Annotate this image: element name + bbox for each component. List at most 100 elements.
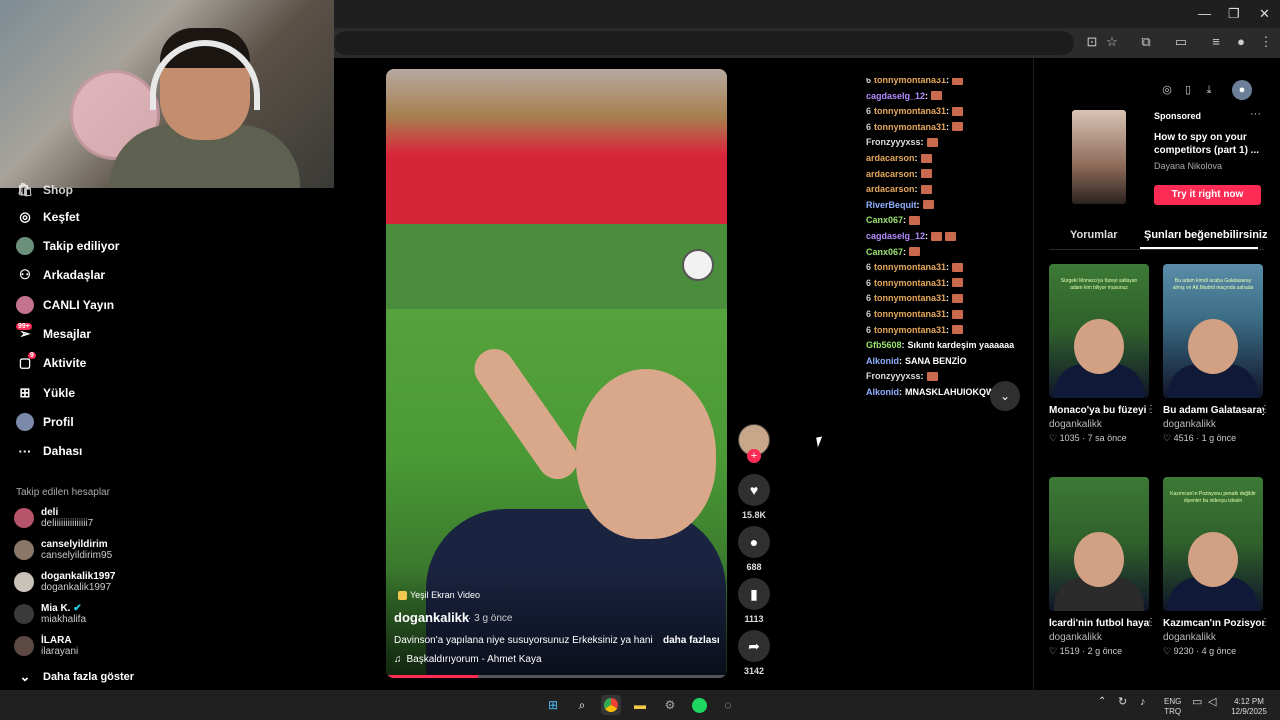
sidebar-item-activity[interactable]: ▢ Aktivite: [16, 352, 87, 374]
chat-username[interactable]: Gfb5608: [866, 340, 902, 350]
sidebar-item-explore[interactable]: ◎ Keşfet: [16, 206, 79, 228]
sidebar-item-more[interactable]: ··· Dahası: [16, 440, 83, 462]
tab-comments[interactable]: Yorumlar: [1070, 229, 1117, 241]
recommended-video-card[interactable]: Sürgeki Monaco'ya füzeyi sallayan adam k…: [1049, 264, 1156, 444]
chat-username[interactable]: RiverBequit: [866, 200, 917, 210]
close-icon[interactable]: ✕: [1259, 6, 1270, 22]
video-progress-bar[interactable]: [386, 675, 727, 678]
chat-username[interactable]: Fronzyyyxss: [866, 371, 921, 381]
sidebar-item-live[interactable]: CANLI Yayın: [16, 294, 114, 316]
sidebar-item-following[interactable]: Takip ediliyor: [16, 235, 119, 257]
recommended-video-card[interactable]: Bu adam kimdi acaba Galatasaray almış ve…: [1163, 264, 1270, 444]
card-author[interactable]: dogankalikk: [1163, 419, 1264, 430]
video-thumbnail[interactable]: Sürgeki Monaco'ya füzeyi sallayan adam k…: [1049, 264, 1149, 398]
comment-icon[interactable]: ●: [738, 526, 770, 558]
bookmark-star-icon[interactable]: ☆: [1104, 34, 1120, 50]
video-thumbnail[interactable]: Kazımcan'ın Pozisyonu penaltı değildir d…: [1163, 477, 1263, 611]
following-account[interactable]: dogankalik1997 dogankalik1997: [14, 571, 115, 593]
chat-username[interactable]: tonnymontana31: [874, 122, 946, 132]
file-explorer-icon[interactable]: ▬: [630, 695, 650, 715]
comment-action[interactable]: ● 688: [736, 526, 772, 572]
chrome-icon[interactable]: [601, 695, 621, 715]
ad-more-icon[interactable]: ···: [1250, 108, 1261, 120]
chat-username[interactable]: Canx067: [866, 247, 903, 257]
sidebar-item-profile[interactable]: Profil: [16, 411, 74, 433]
ad-thumbnail[interactable]: [1072, 110, 1126, 204]
video-thumbnail[interactable]: [1049, 477, 1149, 611]
chat-scroll-down-button[interactable]: ⌄: [990, 381, 1020, 411]
video-author[interactable]: dogankalikk: [394, 610, 469, 625]
search-icon[interactable]: ⌕: [572, 695, 592, 715]
card-title[interactable]: Monaco'ya bu füzeyi sallayan ki...: [1049, 405, 1150, 416]
save-action[interactable]: ▮ 1113: [736, 578, 772, 624]
microphone-icon[interactable]: ♪: [1140, 697, 1146, 708]
chat-username[interactable]: tonnymontana31: [874, 325, 946, 335]
ad-title[interactable]: How to spy on your competitors (part 1) …: [1154, 131, 1264, 157]
chat-username[interactable]: ardacarson: [866, 184, 915, 194]
recommended-video-card[interactable]: Kazımcan'ın Pozisyonu penaltı değildir d…: [1163, 477, 1270, 657]
card-author[interactable]: dogankalikk: [1049, 632, 1150, 643]
card-title[interactable]: İcardi'nin futbol hayatının bittiği ...: [1049, 618, 1150, 629]
following-account[interactable]: canselyildirim canselyildirim95: [14, 539, 112, 561]
share-icon[interactable]: ➦: [738, 630, 770, 662]
tray-chevron-icon[interactable]: ⌃: [1098, 697, 1106, 707]
chat-username[interactable]: tonnymontana31: [874, 78, 946, 85]
card-menu-icon[interactable]: ⋮: [1146, 617, 1156, 628]
language-indicator[interactable]: ENG TRQ: [1164, 697, 1181, 717]
chat-username[interactable]: Alkonid: [866, 387, 899, 397]
chat-username[interactable]: tonnymontana31: [874, 262, 946, 272]
address-bar[interactable]: [334, 31, 1074, 55]
show-more-button[interactable]: ⌄ Daha fazla göster: [16, 666, 135, 688]
app-icon[interactable]: ◌: [718, 695, 738, 715]
card-menu-icon[interactable]: ⋮: [1146, 404, 1156, 415]
card-author[interactable]: dogankalikk: [1163, 632, 1264, 643]
chat-username[interactable]: Fronzyyyxss: [866, 137, 921, 147]
chat-username[interactable]: Alkonid: [866, 356, 899, 366]
windows-start-icon[interactable]: ⊞: [543, 695, 563, 715]
minimize-icon[interactable]: —: [1198, 6, 1211, 21]
browser-menu-icon[interactable]: ⋮: [1258, 34, 1274, 50]
chat-username[interactable]: Canx067: [866, 215, 903, 225]
chat-username[interactable]: tonnymontana31: [874, 278, 946, 288]
card-author[interactable]: dogankalikk: [1049, 419, 1150, 430]
chat-username[interactable]: ardacarson: [866, 153, 915, 163]
bookmark-icon[interactable]: ▮: [738, 578, 770, 610]
phone-icon[interactable]: ▯: [1178, 80, 1198, 100]
ad-cta-button[interactable]: Try it right now: [1154, 185, 1261, 205]
network-icon[interactable]: ▭: [1192, 697, 1202, 708]
chat-username[interactable]: cagdaselg_12: [866, 91, 925, 101]
profile-avatar-icon[interactable]: ●: [1233, 34, 1249, 50]
recommended-video-card[interactable]: İcardi'nin futbol hayatının bittiği ... …: [1049, 477, 1156, 657]
chat-username[interactable]: cagdaselg_12: [866, 231, 925, 241]
following-account[interactable]: Mia K. ✔ miakhalifa: [14, 603, 86, 625]
tab-recommended[interactable]: Şunları beğenebilirsiniz: [1144, 229, 1267, 241]
video-player[interactable]: Yeşil Ekran Video dogankalikk · 3 g önce…: [386, 69, 727, 678]
restore-icon[interactable]: ❐: [1228, 6, 1240, 22]
effect-tag[interactable]: Yeşil Ekran Video: [398, 590, 480, 600]
install-app-icon[interactable]: ⊡: [1084, 34, 1100, 50]
sync-icon[interactable]: ↻: [1118, 697, 1127, 708]
card-menu-icon[interactable]: ⋮: [1260, 617, 1270, 628]
media-control-icon[interactable]: ≡: [1208, 34, 1224, 50]
clock[interactable]: 4:12 PM 12/9/2025: [1228, 697, 1270, 717]
spotify-icon[interactable]: [689, 695, 709, 715]
compass-icon[interactable]: ◎: [1157, 80, 1177, 100]
card-menu-icon[interactable]: ⋮: [1260, 404, 1270, 415]
sidebar-item-friends[interactable]: ⚇ Arkadaşlar: [16, 264, 105, 286]
follow-plus-icon[interactable]: +: [747, 449, 761, 463]
like-action[interactable]: ♥ 15.8K: [736, 474, 772, 520]
extensions-icon[interactable]: ⧉: [1138, 34, 1154, 50]
heart-icon[interactable]: ♥: [738, 474, 770, 506]
volume-icon[interactable]: ◁: [1208, 697, 1216, 708]
sidebar-item-shop[interactable]: 🛍 Shop: [16, 179, 73, 201]
following-account[interactable]: deli deliiiiiiiiiiiiiii7: [14, 507, 93, 529]
video-thumbnail[interactable]: Bu adam kimdi acaba Galatasaray almış ve…: [1163, 264, 1263, 398]
card-title[interactable]: Kazımcan'ın Pozisyonu penalt...: [1163, 618, 1264, 629]
card-title[interactable]: Bu adamı Galatasaray almı...: [1163, 405, 1264, 416]
sidebar-toggle-icon[interactable]: ▭: [1173, 34, 1189, 50]
settings-icon[interactable]: ⚙: [660, 695, 680, 715]
chat-username[interactable]: tonnymontana31: [874, 309, 946, 319]
sidebar-item-upload[interactable]: ⊞ Yükle: [16, 382, 75, 404]
share-action[interactable]: ➦ 3142: [736, 630, 772, 676]
following-account[interactable]: İLARA ilarayani: [14, 635, 78, 657]
